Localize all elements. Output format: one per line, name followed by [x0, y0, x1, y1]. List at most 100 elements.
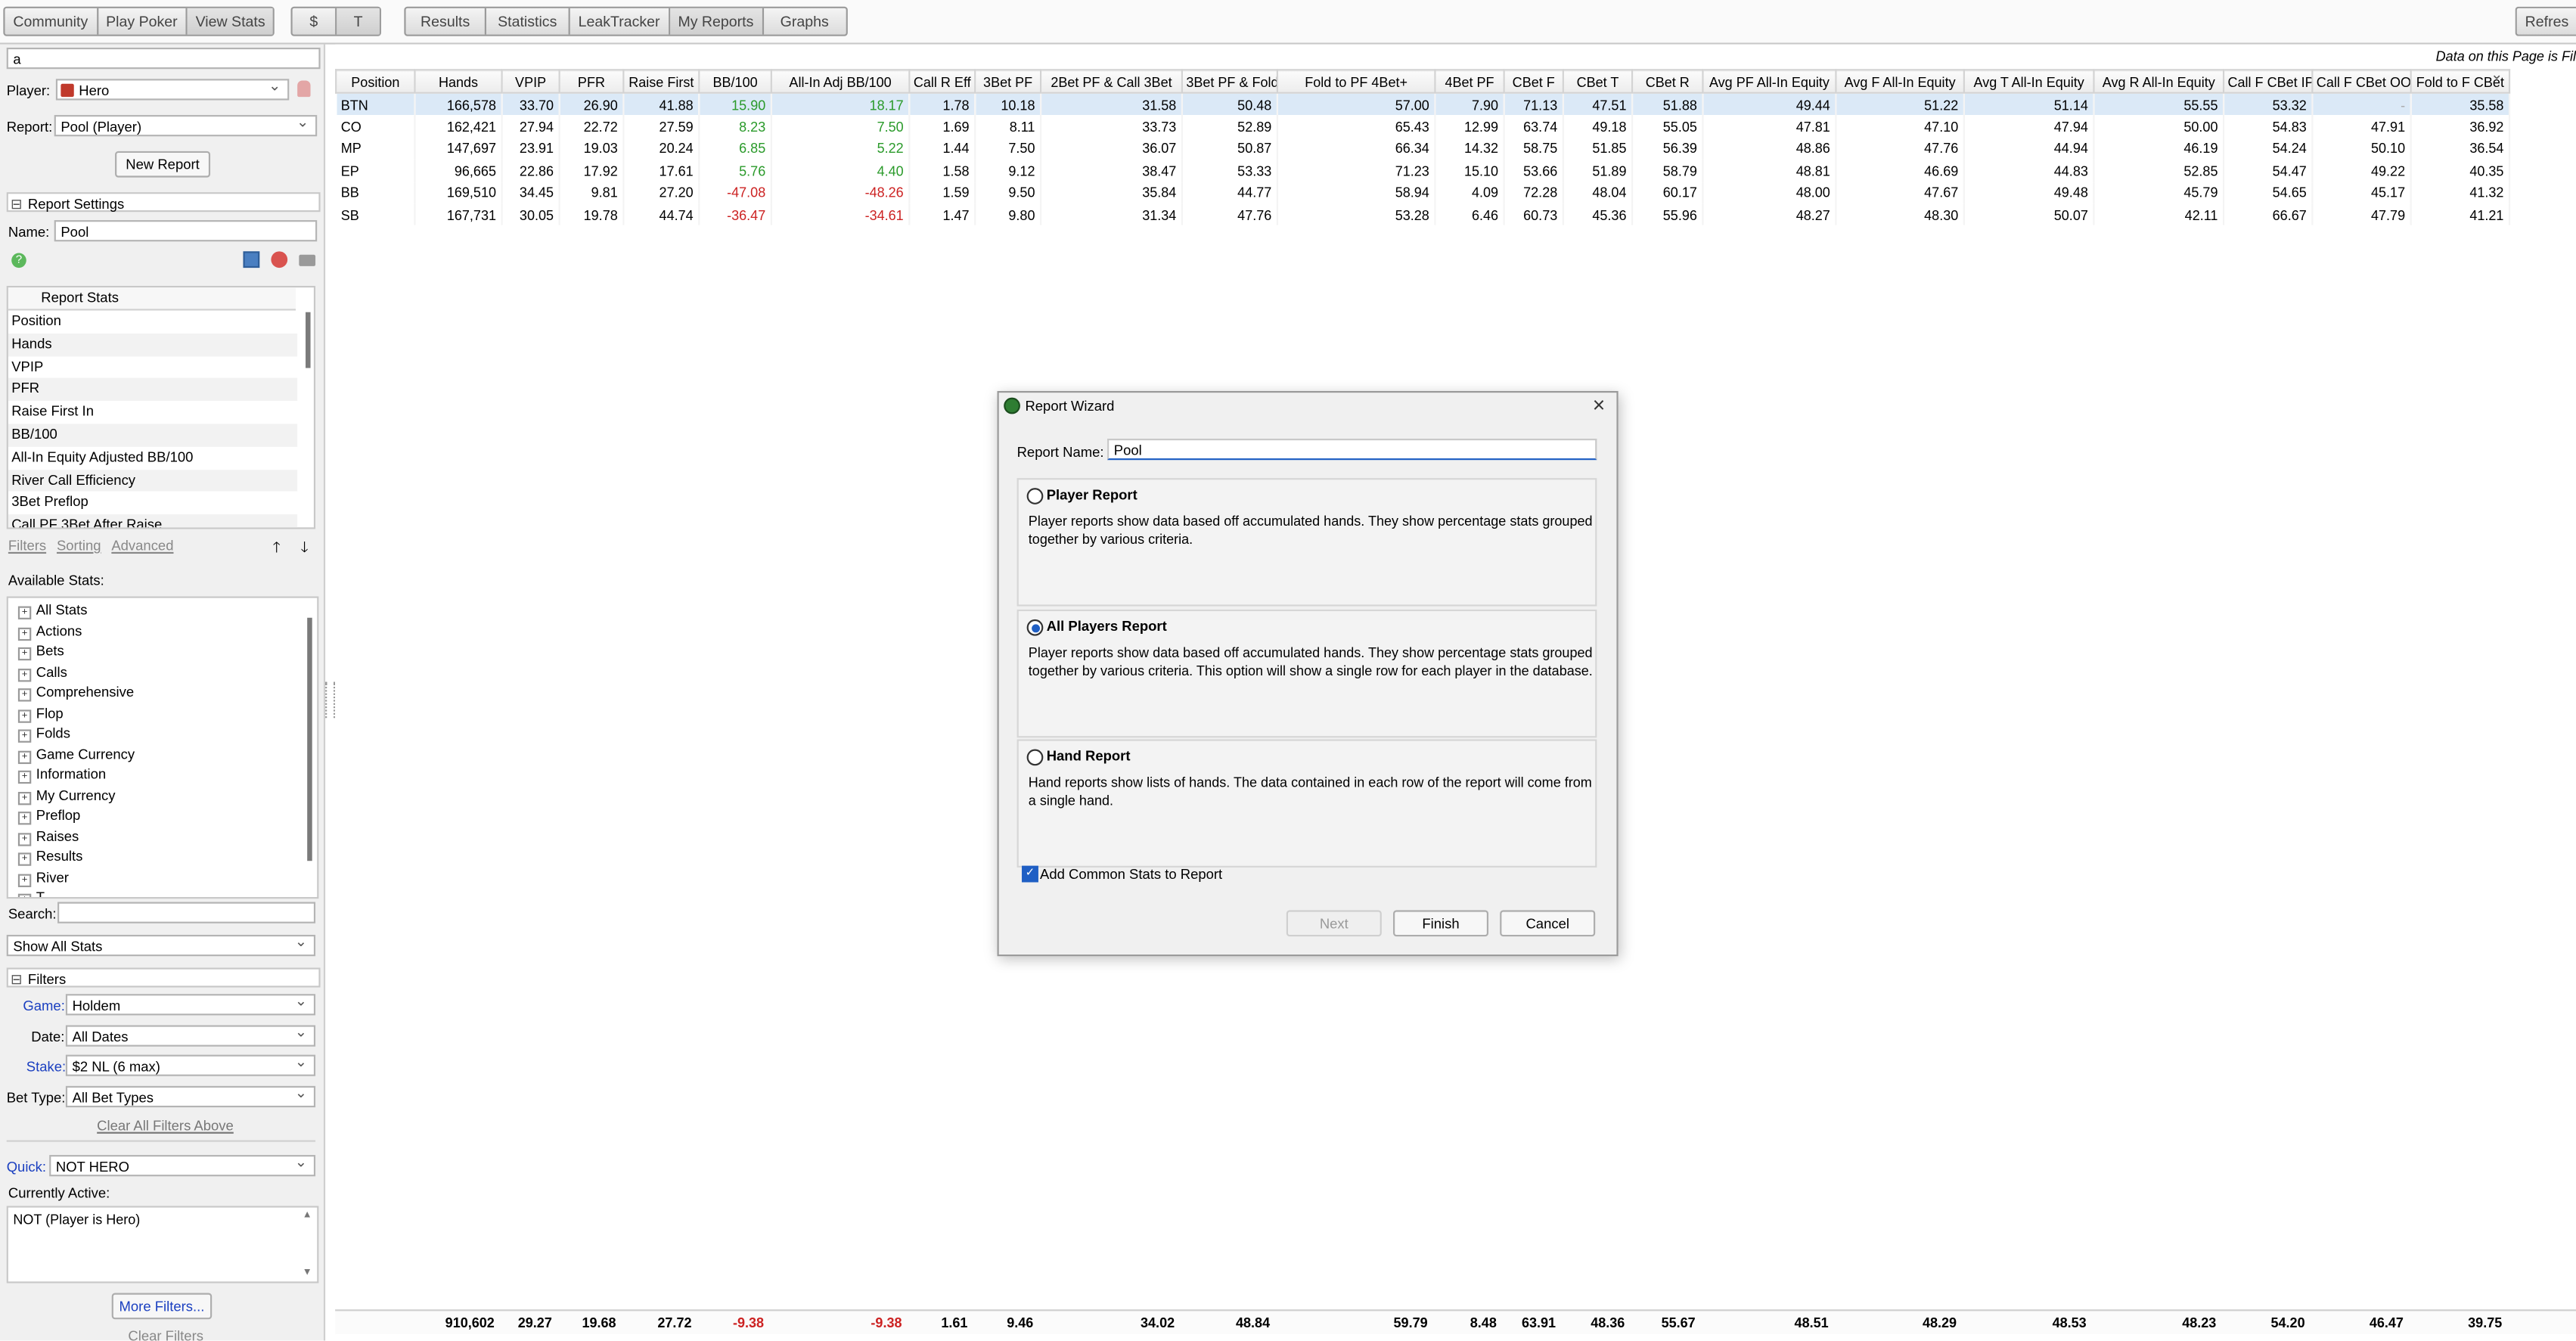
table-row[interactable]: EP 96,665 22.86 17.92 17.61 5.76 4.40 1.58 9.12 3…	[336, 160, 2511, 182]
expand-icon[interactable]: +	[17, 606, 32, 619]
expand-icon[interactable]: +	[17, 750, 32, 763]
stat-category-item[interactable]: + Folds	[8, 723, 317, 743]
expand-icon[interactable]: +	[17, 647, 32, 661]
column-header[interactable]: CBet R	[1631, 69, 1704, 94]
cash-toggle[interactable]: $	[293, 8, 337, 35]
report-stat-item[interactable]: Position	[8, 311, 297, 334]
column-header[interactable]: 2Bet PF & Call 3Bet	[1040, 69, 1183, 94]
column-header[interactable]: Hands	[414, 69, 503, 94]
table-row[interactable]: BTN 166,578 33.70 26.90 41.88 15.90 18.17 1.78 1…	[336, 92, 2511, 116]
table-row[interactable]: CO 162,421 27.94 22.72 27.59 8.23 7.50 1.69 8.11…	[336, 115, 2511, 138]
column-header[interactable]: VPIP	[501, 69, 560, 94]
stat-category-item[interactable]: + Actions	[8, 620, 317, 641]
report-stats-scrollbar[interactable]	[306, 312, 311, 368]
help-icon[interactable]: ?	[11, 253, 26, 269]
column-header[interactable]: Avg T All-In Equity	[1963, 69, 2095, 94]
expand-icon[interactable]: +	[17, 893, 32, 898]
stats-search-input[interactable]	[57, 902, 316, 923]
top-search-input[interactable]: a	[6, 47, 321, 70]
more-filters-button[interactable]: More Filters...	[111, 1293, 213, 1320]
scroll-down-icon[interactable]: ▼	[303, 1268, 312, 1278]
report-name-field[interactable]: Pool	[54, 220, 318, 242]
report-select[interactable]: Pool (Player)	[54, 115, 318, 137]
print-icon[interactable]	[299, 254, 316, 266]
game-select[interactable]: Holdem	[65, 994, 316, 1016]
finish-button[interactable]: Finish	[1393, 910, 1489, 937]
column-header[interactable]: 3Bet PF	[974, 69, 1042, 94]
column-header[interactable]: 4Bet PF	[1434, 69, 1505, 94]
column-header[interactable]: All-In Adj BB/100	[770, 69, 911, 94]
expand-icon[interactable]: +	[17, 770, 32, 784]
column-header[interactable]: Avg F All-In Equity	[1835, 69, 1965, 94]
report-settings-header[interactable]: ⊟ Report Settings	[6, 192, 321, 213]
report-stats-list[interactable]: Report Stats Position Hands VPIP PFR Raise F…	[6, 285, 316, 529]
expand-icon[interactable]: +	[17, 873, 32, 886]
column-header[interactable]: Call F CBet IP	[2222, 69, 2314, 94]
column-header[interactable]: Raise First	[622, 69, 700, 94]
panel-splitter[interactable]	[325, 681, 336, 719]
column-header[interactable]: Call F CBet OOP	[2311, 69, 2412, 94]
stat-category-item[interactable]: + Results	[8, 846, 317, 867]
report-stat-item[interactable]: Hands	[8, 333, 298, 356]
hand-report-radio[interactable]	[1026, 749, 1044, 766]
available-stats-tree[interactable]: + All Stats + Actions + Bets + Calls + Comprehens…	[6, 596, 319, 899]
table-row[interactable]: MP 147,697 23.91 19.03 20.24 6.85 5.22 1.44 7.50…	[336, 137, 2511, 160]
stats-filter-select[interactable]: Show All Stats	[6, 934, 316, 957]
close-icon[interactable]: ×	[1593, 393, 1605, 418]
add-common-stats-checkbox[interactable]: ✓	[1022, 865, 1038, 883]
tab-sorting[interactable]: Sorting	[57, 537, 101, 554]
player-lock-icon[interactable]	[297, 80, 311, 98]
stat-category-item[interactable]: + Information	[8, 764, 317, 784]
stat-category-item[interactable]: + Game Currency	[8, 743, 317, 764]
stat-category-item[interactable]: + Flop	[8, 703, 317, 723]
report-stat-item[interactable]: VPIP	[8, 355, 297, 378]
delete-icon[interactable]	[271, 251, 288, 269]
report-stat-item[interactable]: PFR	[8, 378, 298, 402]
column-header[interactable]: Fold to PF 4Bet+	[1276, 69, 1436, 94]
date-select[interactable]: All Dates	[65, 1025, 316, 1047]
tab-community[interactable]: Community	[5, 8, 98, 35]
column-header[interactable]: Position	[335, 69, 416, 94]
stat-category-item[interactable]: + All Stats	[8, 600, 317, 620]
column-header[interactable]: Avg PF All-In Equity	[1702, 69, 1837, 94]
tab-statistics[interactable]: Statistics	[486, 8, 570, 35]
option-player-report[interactable]: Player Report Player reports show data b…	[1016, 478, 1597, 607]
new-report-button[interactable]: New Report	[115, 151, 211, 178]
next-button[interactable]: Next	[1286, 910, 1382, 937]
report-stat-item[interactable]: River Call Efficiency	[8, 469, 298, 492]
column-header[interactable]: Call R Eff	[908, 69, 976, 94]
option-hand-report[interactable]: Hand Report Hand reports show lists of h…	[1016, 739, 1597, 868]
table-row[interactable]: BB 169,510 34.45 9.81 27.20 -47.08 -48.26 1.59 9…	[336, 182, 2511, 204]
clear-filters-button[interactable]: Clear Filters	[128, 1327, 203, 1340]
refresh-button[interactable]: Refres	[2515, 6, 2576, 36]
stat-category-item[interactable]: + Calls	[8, 661, 317, 681]
option-all-players-report[interactable]: All Players Report Player reports show d…	[1016, 609, 1597, 738]
available-stats-scrollbar[interactable]	[307, 617, 312, 861]
cancel-button[interactable]: Cancel	[1500, 910, 1596, 937]
tab-filters[interactable]: Filters	[8, 537, 46, 554]
tab-results[interactable]: Results	[406, 8, 486, 35]
report-name-input[interactable]: Pool	[1107, 438, 1597, 461]
quick-filter-select[interactable]: NOT HERO	[49, 1155, 316, 1177]
expand-icon[interactable]: +	[17, 626, 32, 641]
stat-category-item[interactable]: + Raises	[8, 826, 317, 846]
stat-category-item[interactable]: + Preflop	[8, 805, 317, 825]
column-header[interactable]: BB/100	[698, 69, 772, 94]
stat-category-item[interactable]: + My Currency	[8, 784, 317, 805]
move-up-icon[interactable]: 🡑	[273, 535, 281, 562]
expand-icon[interactable]: +	[17, 688, 32, 702]
tab-graphs[interactable]: Graphs	[763, 8, 846, 35]
tournament-toggle[interactable]: T	[337, 8, 380, 35]
expand-icon[interactable]: +	[17, 832, 32, 846]
player-select[interactable]: Hero	[55, 79, 290, 101]
all-players-report-radio[interactable]	[1026, 619, 1044, 636]
tab-leaktracker[interactable]: LeakTracker	[570, 8, 670, 35]
bet-type-select[interactable]: All Bet Types	[65, 1085, 316, 1108]
clear-filters-above-link[interactable]: Clear All Filters Above	[97, 1117, 234, 1134]
column-header[interactable]: Avg R All-In Equity	[2093, 69, 2225, 94]
stat-category-item[interactable]: +T	[8, 887, 317, 898]
report-stat-item[interactable]: All-In Equity Adjusted BB/100	[8, 446, 297, 469]
stat-category-item[interactable]: + River	[8, 867, 317, 887]
column-header[interactable]: CBet F	[1503, 69, 1564, 94]
expand-icon[interactable]: +	[17, 790, 32, 805]
